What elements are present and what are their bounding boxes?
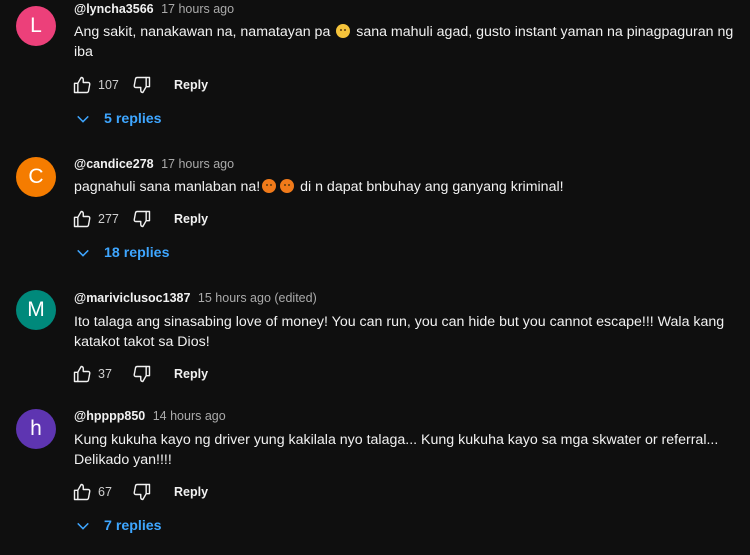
- view-replies-button[interactable]: 18 replies: [76, 242, 169, 264]
- sad-face-emoji: [336, 24, 351, 38]
- dislike-button[interactable]: [130, 73, 154, 97]
- avatar[interactable]: h: [16, 409, 56, 449]
- thumbs-up-icon: [73, 483, 91, 501]
- dislike-button[interactable]: [130, 480, 154, 504]
- comment-header: @candice278 17 hours ago: [74, 156, 234, 172]
- avatar[interactable]: L: [16, 6, 56, 46]
- comment-text: Kung kukuha kayo ng driver yung kakilala…: [74, 432, 719, 468]
- comment-thread: h @hpppp850 14 hours ago Kung kukuha kay…: [0, 403, 750, 553]
- view-replies-button[interactable]: 7 replies: [76, 515, 162, 537]
- comment-thread: C @candice278 17 hours ago pagnahuli san…: [0, 150, 750, 280]
- like-button[interactable]: [70, 480, 94, 504]
- like-button[interactable]: [70, 207, 94, 231]
- thumbs-down-icon: [133, 210, 151, 228]
- comment-thread: L @lyncha3566 17 hours ago Ang sakit, na…: [0, 0, 750, 140]
- like-count: 107: [98, 78, 119, 92]
- reply-button[interactable]: Reply: [174, 78, 208, 92]
- dislike-button[interactable]: [130, 207, 154, 231]
- author-name[interactable]: @lyncha3566: [74, 2, 154, 16]
- like-button[interactable]: [70, 362, 94, 386]
- like-count: 67: [98, 485, 112, 499]
- comment-text: Ito talaga ang sinasabing love of money!…: [74, 314, 725, 350]
- thumbs-up-icon: [73, 210, 91, 228]
- like-button[interactable]: [70, 73, 94, 97]
- comment-header: @hpppp850 14 hours ago: [74, 408, 226, 424]
- comment-actions: 37 Reply: [70, 362, 208, 386]
- dislike-button[interactable]: [130, 362, 154, 386]
- comment-text: Ang sakit, nanakawan na, namatayan pa sa…: [74, 24, 734, 60]
- timestamp[interactable]: 17 hours ago: [161, 2, 234, 16]
- timestamp[interactable]: 14 hours ago: [153, 409, 226, 423]
- comment-actions: 67 Reply: [70, 480, 208, 504]
- chevron-down-icon: [76, 245, 92, 261]
- thumbs-up-icon: [73, 365, 91, 383]
- thumbs-down-icon: [133, 483, 151, 501]
- timestamp[interactable]: 15 hours ago (edited): [198, 291, 317, 305]
- author-name[interactable]: @candice278: [74, 157, 154, 171]
- chevron-down-icon: [76, 111, 92, 127]
- angry-face-emoji: [280, 179, 295, 193]
- thumbs-down-icon: [133, 365, 151, 383]
- thumbs-up-icon: [73, 76, 91, 94]
- chevron-down-icon: [76, 518, 92, 534]
- comment-actions: 277 Reply: [70, 207, 208, 231]
- thumbs-down-icon: [133, 76, 151, 94]
- view-replies-button[interactable]: 5 replies: [76, 108, 162, 130]
- like-count: 277: [98, 212, 119, 226]
- comment-header: @mariviclusoc1387 15 hours ago (edited): [74, 290, 317, 306]
- reply-button[interactable]: Reply: [174, 212, 208, 226]
- author-name[interactable]: @mariviclusoc1387: [74, 291, 190, 305]
- reply-button[interactable]: Reply: [174, 485, 208, 499]
- avatar[interactable]: M: [16, 290, 56, 330]
- timestamp[interactable]: 17 hours ago: [161, 157, 234, 171]
- comment-thread: M @mariviclusoc1387 15 hours ago (edited…: [0, 285, 750, 395]
- comment-text: pagnahuli sana manlaban na! di n dapat b…: [74, 179, 564, 195]
- comment-actions: 107 Reply: [70, 73, 208, 97]
- comment-header: @lyncha3566 17 hours ago: [74, 1, 234, 17]
- author-name[interactable]: @hpppp850: [74, 409, 145, 423]
- like-count: 37: [98, 367, 112, 381]
- avatar[interactable]: C: [16, 157, 56, 197]
- reply-button[interactable]: Reply: [174, 367, 208, 381]
- angry-face-emoji: [262, 179, 277, 193]
